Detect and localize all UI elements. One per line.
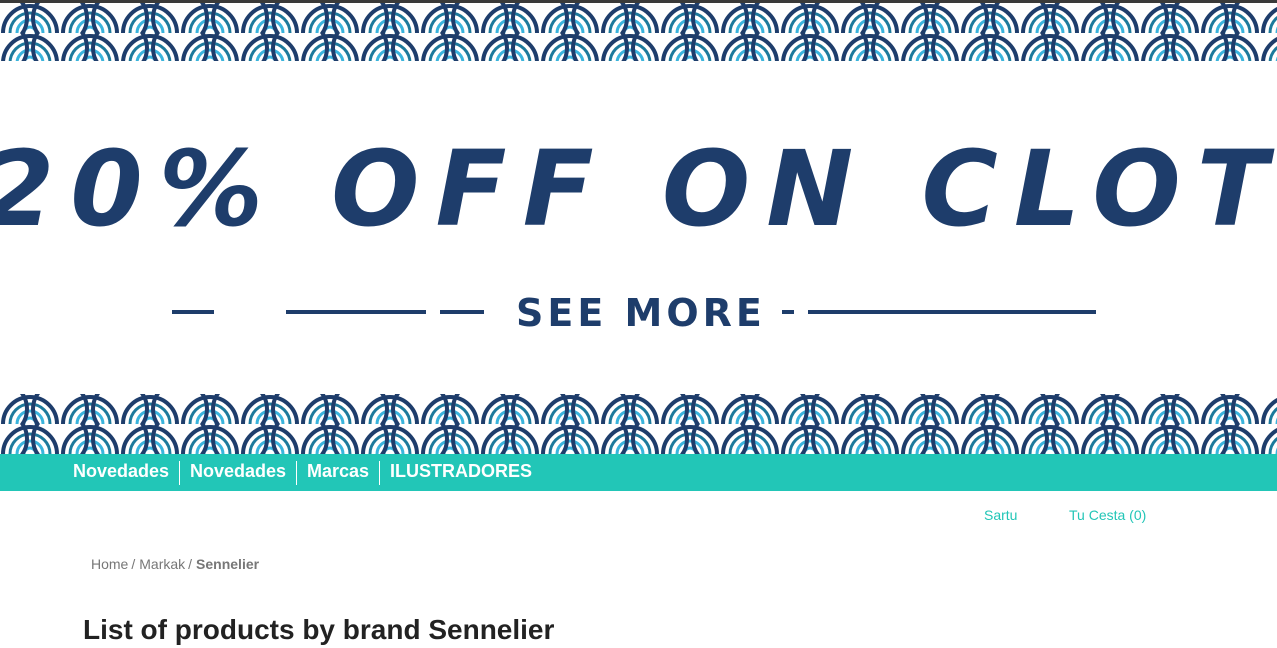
nav-divider (296, 461, 297, 485)
breadcrumb: Home / Markak / Sennelier (91, 556, 259, 572)
nav-item-novedades[interactable]: Novedades (73, 454, 169, 491)
breadcrumb-separator: / (188, 556, 193, 572)
nav-divider (379, 461, 380, 485)
nav-item-marcas[interactable]: Marcas (307, 454, 369, 491)
nav-divider (179, 461, 180, 485)
breadcrumb-current: Sennelier (196, 556, 260, 572)
promo-banner[interactable]: 20% OFF ON CLOTHES SEE MORE (0, 3, 1277, 454)
nav-item-ilustradores[interactable]: ILUSTRADORES (390, 454, 532, 491)
promo-headline: 20% OFF ON CLOTHES (0, 128, 1277, 250)
cart-link[interactable]: Tu Cesta (0) (1069, 507, 1146, 523)
login-link[interactable]: Sartu (984, 507, 1017, 523)
wave-pattern-bottom (0, 394, 1277, 454)
breadcrumb-home[interactable]: Home (91, 556, 128, 572)
see-more-link[interactable]: SEE MORE (516, 293, 766, 333)
see-more-row: SEE MORE (0, 293, 1277, 333)
main-nav: Novedades Novedades Marcas ILUSTRADORES (0, 454, 1277, 491)
breadcrumb-separator: / (131, 556, 136, 572)
nav-item-novedades-2[interactable]: Novedades (190, 454, 286, 491)
wave-pattern-top (0, 3, 1277, 61)
breadcrumb-markak[interactable]: Markak (139, 556, 185, 572)
